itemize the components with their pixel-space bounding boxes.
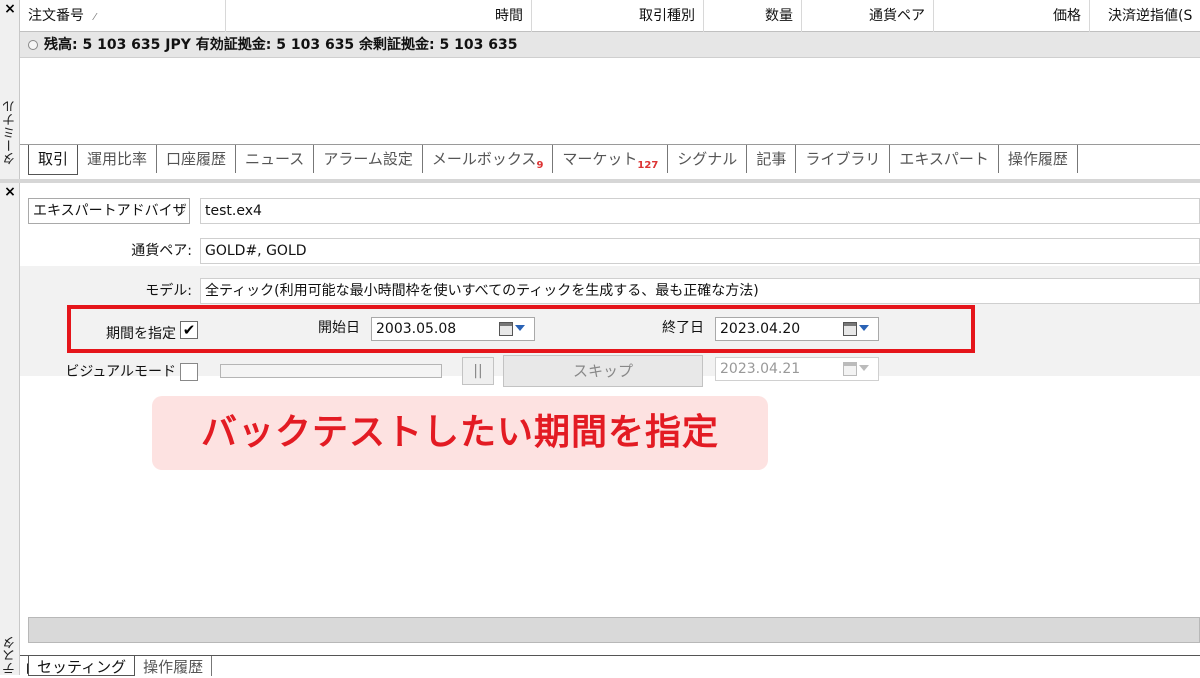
expert-file-value: test.ex4	[205, 203, 262, 219]
column-time[interactable]: 時間	[226, 0, 532, 32]
tab-terminal[interactable]: 取引	[28, 145, 79, 175]
model-value: 全ティック(利用可能な最小時間枠を使いすべてのティックを生成する、最も正確な方法…	[205, 283, 759, 299]
tab-label: 操作履歴	[1007, 150, 1068, 168]
tab-terminal[interactable]: 記事	[747, 145, 797, 173]
column-symbol[interactable]: 通貨ペア	[802, 0, 934, 32]
column-label: 価格	[1053, 8, 1081, 24]
tab-label: 口座履歴	[166, 150, 227, 168]
terminal-close-icon[interactable]: ×	[0, 0, 20, 18]
annotation-callout: バックテストしたい期間を指定	[152, 396, 768, 470]
tab-count-badge: 9	[536, 160, 544, 171]
tab-terminal[interactable]: 操作履歴	[999, 145, 1078, 173]
balance-row: 残高: 5 103 635 JPY 有効証拠金: 5 103 635 余剰証拠金…	[20, 32, 1200, 58]
skip-button[interactable]: スキップ	[503, 355, 703, 387]
tab-label: 記事	[756, 150, 787, 168]
visual-speed-slider[interactable]	[220, 364, 442, 378]
dropdown-caret-icon	[859, 365, 869, 371]
balance-text: 残高: 5 103 635 JPY 有効証拠金: 5 103 635 余剰証拠金…	[44, 37, 518, 53]
tab-label: 取引	[38, 150, 69, 168]
tab-tester[interactable]: 操作履歴	[135, 656, 213, 676]
column-stop-loss[interactable]: 決済逆指値(S	[1090, 0, 1200, 32]
column-label: 決済逆指値(S	[1108, 8, 1193, 24]
tab-label: マーケット	[562, 150, 638, 168]
visual-mode-label: ビジュアルモード	[65, 364, 176, 380]
tab-terminal[interactable]: 運用比率	[78, 145, 158, 173]
column-label: 通貨ペア	[869, 8, 925, 24]
tab-label: エキスパート	[899, 150, 989, 168]
terminal-column-header: 注文番号 ⁄ 時間 取引種別 数量 通貨ペア 価格 決済逆指値(S	[20, 0, 1200, 32]
symbol-select[interactable]: GOLD#, GOLD	[200, 238, 1200, 264]
terminal-side-bar: × ターミナル	[0, 0, 20, 180]
skip-date-picker[interactable]: 2023.04.21	[715, 357, 879, 381]
tab-label: 運用比率	[87, 150, 148, 168]
tab-label: シグナル	[677, 150, 738, 168]
column-label: 注文番号	[28, 8, 84, 24]
model-label: モデル:	[145, 283, 192, 299]
period-highlight-frame	[67, 305, 975, 353]
skip-date-value: 2023.04.21	[720, 361, 801, 377]
tab-label: メールボックス	[431, 150, 537, 168]
tester-side-bar: × テスター	[0, 183, 37, 675]
column-label: 時間	[495, 8, 523, 24]
tab-terminal[interactable]: ライブラリ	[796, 145, 891, 173]
panel-divider[interactable]	[0, 179, 1200, 183]
expert-file-select[interactable]: test.ex4	[200, 198, 1200, 224]
model-select[interactable]: 全ティック(利用可能な最小時間枠を使いすべてのティックを生成する、最も正確な方法…	[200, 278, 1200, 304]
tab-terminal[interactable]: メールボックス9	[423, 145, 554, 173]
column-label: 取引種別	[639, 8, 695, 24]
column-order-number[interactable]: 注文番号 ⁄	[20, 0, 226, 32]
tab-terminal[interactable]: エキスパート	[890, 145, 999, 173]
pause-button[interactable]: ||	[462, 357, 494, 385]
symbol-label: 通貨ペア:	[131, 243, 192, 259]
tab-tester[interactable]: セッティング	[28, 656, 136, 676]
symbol-value: GOLD#, GOLD	[205, 243, 307, 259]
tester-tab-bar: セッティング 操作履歴	[20, 655, 1200, 676]
tab-terminal[interactable]: 口座履歴	[157, 145, 237, 173]
tab-terminal[interactable]: ニュース	[236, 145, 315, 173]
terminal-side-label: ターミナル	[3, 100, 18, 165]
column-label: 数量	[765, 8, 793, 24]
mode-select[interactable]: エキスパートアドバイザ ⌵	[28, 198, 190, 224]
terminal-tab-bar: 取引 運用比率 口座履歴 ニュース アラーム設定 メールボックス9 マーケット127 シグナル…	[20, 144, 1200, 176]
sort-icon: ⁄	[94, 12, 96, 23]
tab-label: ニュース	[245, 150, 305, 168]
tab-terminal[interactable]: アラーム設定	[314, 145, 423, 173]
tester-progress-bar	[28, 617, 1200, 643]
tab-terminal[interactable]: シグナル	[668, 145, 748, 173]
mode-select-value: エキスパートアドバイザ	[33, 203, 187, 219]
tab-count-badge: 127	[637, 160, 659, 171]
tab-terminal[interactable]: マーケット127	[553, 145, 669, 173]
column-volume[interactable]: 数量	[704, 0, 802, 32]
chevron-down-icon: ⌵	[175, 204, 185, 218]
tab-label: アラーム設定	[323, 150, 413, 168]
tab-label: ライブラリ	[805, 150, 881, 168]
status-dot-icon	[28, 40, 38, 50]
calendar-icon	[843, 362, 857, 376]
column-price[interactable]: 価格	[934, 0, 1090, 32]
tester-close-icon[interactable]: ×	[0, 183, 20, 201]
visual-mode-checkbox[interactable]	[180, 363, 198, 381]
column-type[interactable]: 取引種別	[532, 0, 704, 32]
